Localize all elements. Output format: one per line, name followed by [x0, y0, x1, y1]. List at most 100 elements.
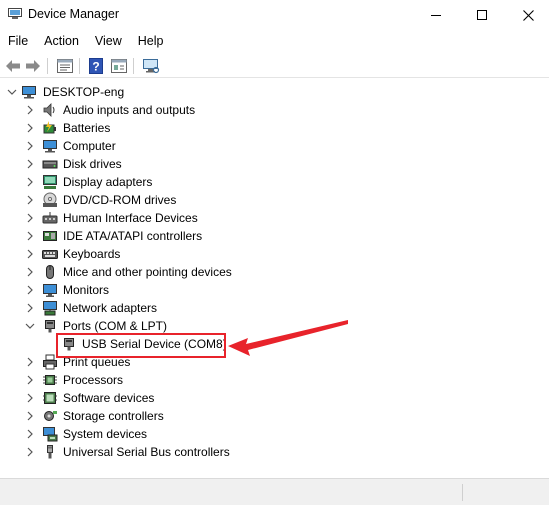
tree-item-label: Ports (COM & LPT)	[63, 319, 168, 333]
status-divider	[462, 484, 463, 501]
tree-item-label: IDE ATA/ATAPI controllers	[63, 229, 203, 243]
speaker-icon	[43, 103, 55, 117]
storage-controller-icon	[44, 411, 57, 421]
tree-item-disk-drives[interactable]: Disk drives	[0, 155, 549, 173]
menu-help[interactable]: Help	[130, 30, 172, 52]
menu-bar: File Action View Help	[0, 30, 549, 52]
tree-item-usb-controllers[interactable]: Universal Serial Bus controllers	[0, 443, 549, 461]
tree-item-processors[interactable]: Processors	[0, 371, 549, 389]
tree-item-dvd-drives[interactable]: DVD/CD-ROM drives	[0, 191, 549, 209]
tree-root-label: DESKTOP-eng	[43, 85, 125, 99]
tree-item-label: Monitors	[63, 283, 110, 297]
device-tree: DESKTOP-eng Audio inputs and outputs Bat…	[0, 80, 549, 478]
tree-item-storage-controllers[interactable]: Storage controllers	[0, 407, 549, 425]
maximize-button[interactable]	[459, 0, 505, 30]
chevron-right-icon[interactable]	[24, 122, 36, 134]
toolbar-separator	[79, 58, 80, 74]
tree-item-batteries[interactable]: Batteries	[0, 119, 549, 137]
tree-root[interactable]: DESKTOP-eng	[0, 83, 549, 101]
keyboard-icon	[42, 250, 58, 259]
chevron-right-icon[interactable]	[24, 356, 36, 368]
tree-item-computer[interactable]: Computer	[0, 137, 549, 155]
chevron-right-icon[interactable]	[24, 392, 36, 404]
tree-item-mice[interactable]: Mice and other pointing devices	[0, 263, 549, 281]
tree-item-label: Human Interface Devices	[63, 211, 198, 225]
annotation-arrow-icon	[228, 320, 348, 356]
battery-icon	[43, 121, 56, 134]
tree-item-label: Storage controllers	[63, 409, 164, 423]
chevron-down-icon[interactable]	[24, 320, 36, 332]
monitor-icon	[43, 284, 57, 297]
chevron-right-icon[interactable]	[24, 302, 36, 314]
tree-item-label: Processors	[63, 373, 124, 387]
tree-item-ide[interactable]: IDE ATA/ATAPI controllers	[0, 227, 549, 245]
chevron-down-icon[interactable]	[6, 86, 18, 98]
highlight-box	[56, 333, 226, 358]
chevron-right-icon[interactable]	[24, 104, 36, 116]
back-button[interactable]	[4, 57, 22, 75]
scan-hardware-button[interactable]	[142, 57, 160, 75]
chevron-right-icon[interactable]	[24, 266, 36, 278]
tree-item-keyboards[interactable]: Keyboards	[0, 245, 549, 263]
usb-controller-icon	[47, 445, 53, 459]
network-adapter-icon	[43, 301, 57, 316]
chevron-right-icon[interactable]	[24, 374, 36, 386]
computer-icon	[22, 86, 36, 99]
toolbar: ?	[0, 54, 549, 78]
computer-icon	[43, 140, 57, 153]
title-bar: Device Manager	[0, 0, 549, 30]
forward-button[interactable]	[24, 57, 42, 75]
chevron-right-icon[interactable]	[24, 248, 36, 260]
tree-item-display-adapters[interactable]: Display adapters	[0, 173, 549, 191]
chevron-right-icon[interactable]	[24, 140, 36, 152]
tree-item-label: DVD/CD-ROM drives	[63, 193, 177, 207]
status-bar	[0, 478, 549, 505]
tree-item-label: Batteries	[63, 121, 111, 135]
software-device-icon	[43, 392, 57, 404]
minimize-button[interactable]	[413, 0, 459, 30]
chevron-right-icon[interactable]	[24, 284, 36, 296]
display-adapter-icon	[43, 175, 57, 189]
help-icon: ?	[89, 58, 103, 74]
chevron-right-icon[interactable]	[24, 176, 36, 188]
chevron-right-icon[interactable]	[24, 212, 36, 224]
tree-item-network[interactable]: Network adapters	[0, 299, 549, 317]
port-icon	[45, 320, 55, 333]
toolbar-separator	[133, 58, 134, 74]
menu-file[interactable]: File	[0, 30, 36, 52]
disk-drive-icon	[42, 160, 58, 169]
chevron-right-icon[interactable]	[24, 230, 36, 242]
tree-item-label: Display adapters	[63, 175, 153, 189]
update-driver-button[interactable]	[110, 57, 128, 75]
tree-item-label: Software devices	[63, 391, 155, 405]
tree-item-label: Universal Serial Bus controllers	[63, 445, 230, 459]
menu-action[interactable]: Action	[36, 30, 87, 52]
toolbar-separator	[47, 58, 48, 74]
forward-arrow-icon	[26, 60, 40, 72]
hid-icon	[42, 212, 58, 224]
properties-button[interactable]	[56, 57, 74, 75]
tree-item-audio[interactable]: Audio inputs and outputs	[0, 101, 549, 119]
tree-item-label: Disk drives	[63, 157, 122, 171]
close-button[interactable]	[505, 0, 549, 30]
tree-item-system-devices[interactable]: System devices	[0, 425, 549, 443]
back-arrow-icon	[6, 60, 20, 72]
chevron-right-icon[interactable]	[24, 446, 36, 458]
chevron-right-icon[interactable]	[24, 428, 36, 440]
dvd-drive-icon	[43, 192, 57, 207]
update-driver-icon	[111, 59, 127, 73]
tree-item-hid[interactable]: Human Interface Devices	[0, 209, 549, 227]
chevron-right-icon[interactable]	[24, 410, 36, 422]
help-button[interactable]: ?	[87, 57, 105, 75]
menu-view[interactable]: View	[87, 30, 130, 52]
tree-item-software-devices[interactable]: Software devices	[0, 389, 549, 407]
tree-item-label: System devices	[63, 427, 148, 441]
properties-icon	[57, 59, 73, 73]
tree-item-monitors[interactable]: Monitors	[0, 281, 549, 299]
tree-item-label: Audio inputs and outputs	[63, 103, 196, 117]
processor-icon	[43, 375, 57, 385]
tree-item-label: Network adapters	[63, 301, 158, 315]
chevron-right-icon[interactable]	[24, 194, 36, 206]
chevron-right-icon[interactable]	[24, 158, 36, 170]
mouse-icon	[46, 265, 54, 279]
